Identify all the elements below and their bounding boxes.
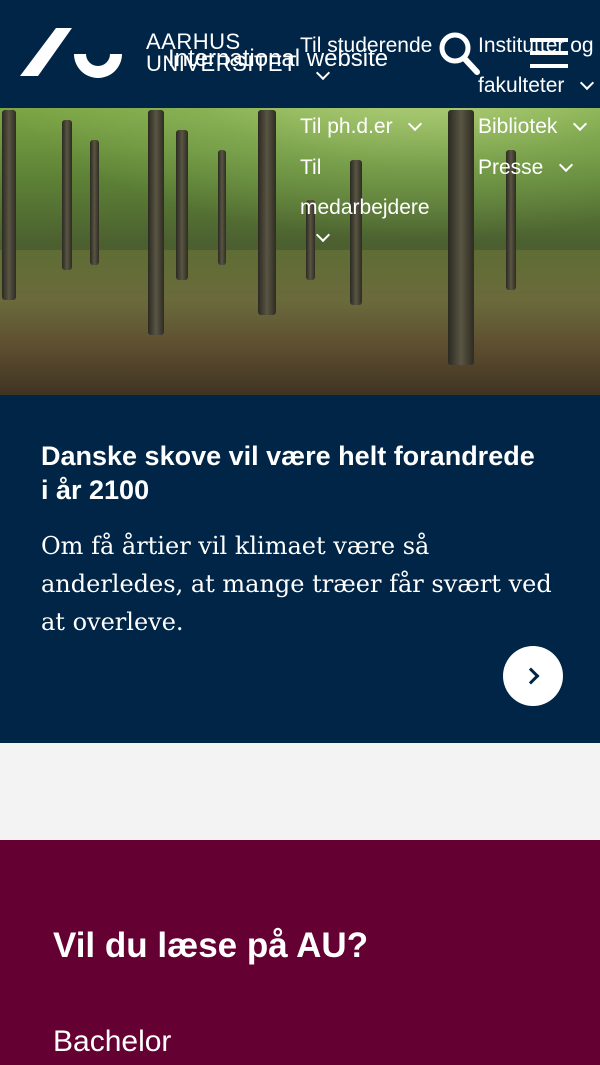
featured-story: Danske skove vil være helt forandrede i … — [0, 395, 600, 743]
nav-label: Presse — [478, 156, 544, 179]
nav-label: Til ph.d.er — [300, 115, 393, 138]
tree-trunk — [176, 130, 188, 280]
nav-item-til-phder[interactable]: Til ph.d.er — [300, 107, 423, 147]
chevron-down-icon — [573, 116, 588, 132]
chevron-down-icon — [580, 75, 595, 91]
chevron-right-icon — [522, 667, 540, 685]
nav-item-til-medarbejdere[interactable]: Til medarbejdere — [300, 148, 430, 244]
story-title[interactable]: Danske skove vil være helt forandrede i … — [41, 439, 541, 507]
nav-label: Til studerende — [300, 34, 433, 57]
section-spacer — [0, 743, 600, 840]
tree-trunk — [148, 110, 164, 335]
chevron-down-icon — [315, 227, 331, 243]
chevron-down-icon — [408, 116, 423, 132]
tree-trunk — [62, 120, 72, 270]
study-section: Vil du læse på AU? Bachelor — [0, 840, 600, 1065]
chevron-down-icon — [315, 65, 331, 81]
tree-trunk — [258, 110, 276, 315]
tree-trunk — [448, 110, 474, 365]
tree-trunk — [2, 110, 16, 300]
nav-label: Til medarbejdere — [300, 156, 430, 219]
nav-item-bibliotek[interactable]: Bibliotek — [478, 107, 588, 147]
tree-trunk — [90, 140, 99, 265]
nav-label: Institutter og fakulteter — [478, 34, 594, 97]
story-teaser: Om få årtier vil klimaet være så anderle… — [41, 532, 552, 636]
read-more-button[interactable] — [503, 646, 563, 706]
nav-label: Bibliotek — [478, 115, 558, 138]
chevron-down-icon — [559, 157, 574, 173]
au-logo[interactable] — [18, 24, 124, 80]
nav-item-institutter[interactable]: Institutter og fakulteter — [478, 26, 600, 106]
nav-item-til-studerende[interactable]: Til studerende — [300, 26, 450, 82]
study-link-bachelor[interactable]: Bachelor — [53, 1025, 171, 1059]
tree-trunk — [218, 150, 226, 265]
study-heading: Vil du læse på AU? — [53, 926, 369, 965]
nav-item-presse[interactable]: Presse — [478, 148, 574, 188]
